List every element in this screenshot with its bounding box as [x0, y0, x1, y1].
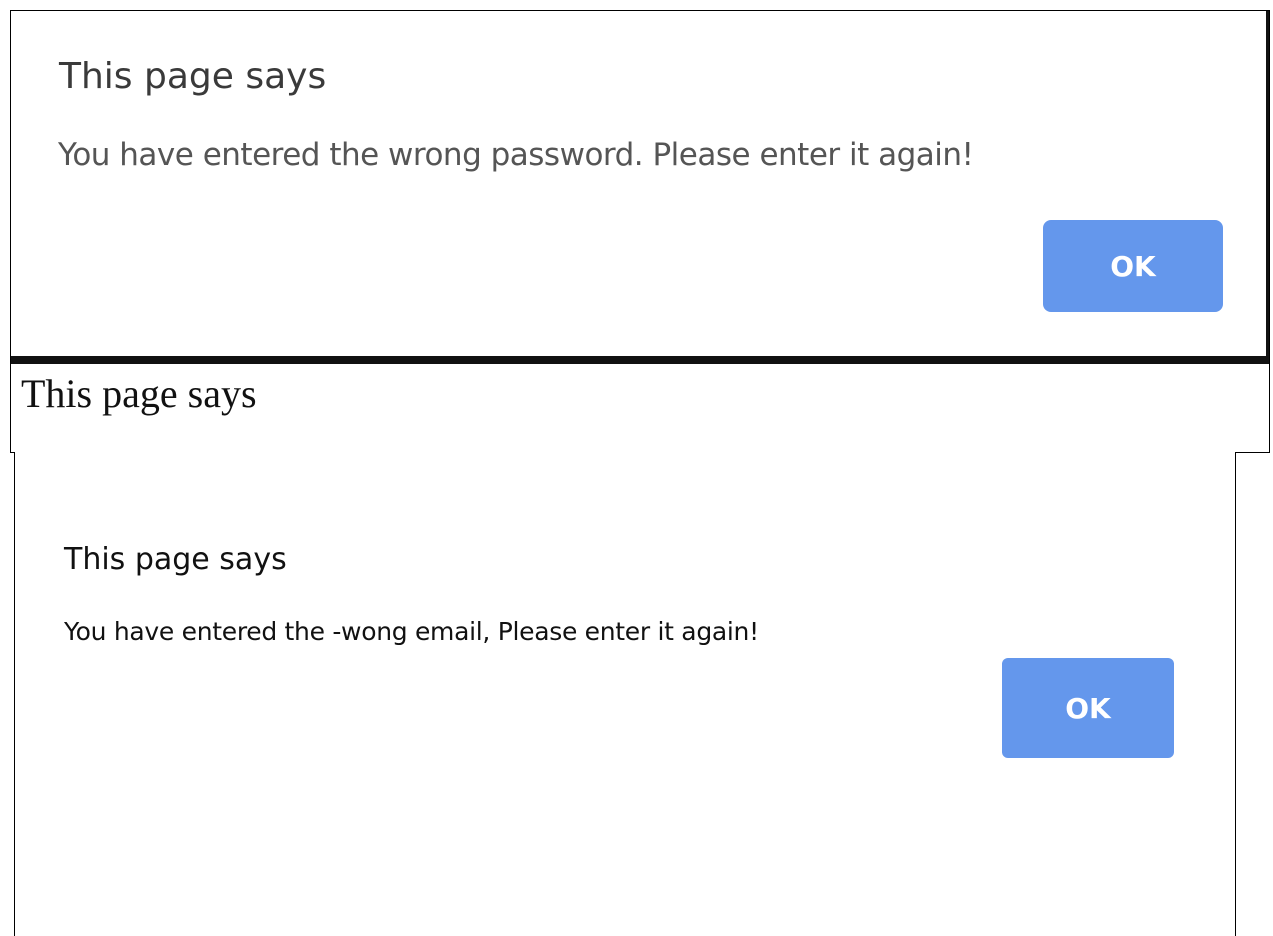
- ok-button[interactable]: OK: [1043, 220, 1223, 312]
- password-alert-screenshot: This page says You have entered the wron…: [10, 10, 1270, 453]
- dialog-title: This page says: [64, 542, 287, 577]
- caption-label: This page says: [21, 371, 257, 416]
- dialog-message: You have entered the -wong email, Please…: [64, 617, 759, 646]
- ok-button[interactable]: OK: [1002, 658, 1174, 758]
- dialog-message: You have entered the wrong password. Ple…: [58, 137, 974, 173]
- email-alert-dialog: This page says You have entered the -won…: [14, 452, 1236, 936]
- password-alert-dialog: This page says You have entered the wron…: [11, 11, 1269, 364]
- dialog-title: This page says: [59, 56, 327, 97]
